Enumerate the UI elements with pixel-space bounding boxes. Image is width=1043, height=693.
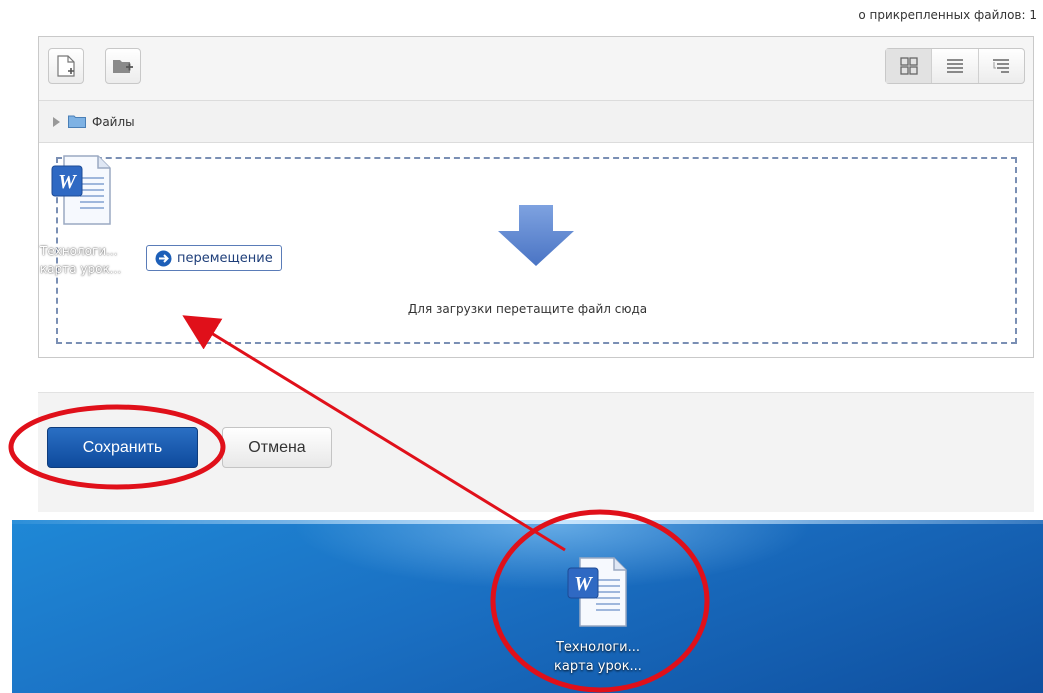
- tree-view-button[interactable]: [979, 49, 1024, 83]
- folder-icon: [68, 115, 86, 128]
- add-file-button[interactable]: [48, 48, 84, 84]
- expand-arrow-icon[interactable]: [53, 116, 60, 127]
- svg-text:W: W: [58, 171, 77, 193]
- add-file-icon: [57, 55, 75, 77]
- icons-view-icon: [900, 57, 918, 75]
- move-arrow-icon: [155, 250, 172, 266]
- cancel-button[interactable]: Отмена: [222, 427, 332, 468]
- desktop-file[interactable]: W Технологи... карта урок...: [548, 554, 648, 684]
- dragged-file[interactable]: W Технологи... карта урок...: [40, 150, 150, 290]
- desktop-file-name: Технологи... карта урок...: [554, 640, 642, 674]
- desktop-background: [12, 520, 1043, 693]
- file-manager-toolbar: [39, 37, 1033, 101]
- create-folder-button[interactable]: [105, 48, 141, 84]
- word-document-icon: W: [51, 155, 111, 225]
- move-tooltip: перемещение: [146, 245, 282, 271]
- svg-text:W: W: [574, 573, 593, 595]
- create-folder-icon: [113, 60, 133, 73]
- list-view-button[interactable]: [932, 49, 979, 83]
- attached-files-count: о прикрепленных файлов: 1: [858, 8, 1037, 22]
- folder-label[interactable]: Файлы: [92, 115, 135, 129]
- tree-view-icon: [993, 59, 1010, 73]
- icons-view-button[interactable]: [886, 49, 933, 83]
- drop-instruction: Для загрузки перетащите файл сюда: [407, 302, 648, 316]
- dragged-file-name: Технологи... карта урок...: [40, 244, 122, 276]
- drop-arrow-icon: [498, 205, 574, 266]
- list-view-icon: [946, 59, 963, 73]
- view-switcher: [885, 48, 1025, 84]
- folder-path-bar: Файлы: [39, 101, 1033, 143]
- save-button[interactable]: Сохранить: [47, 427, 198, 468]
- word-document-icon: W: [567, 557, 627, 627]
- screenshot-stage: о прикрепленных файлов: 1 Файлы W Технол…: [0, 0, 1043, 693]
